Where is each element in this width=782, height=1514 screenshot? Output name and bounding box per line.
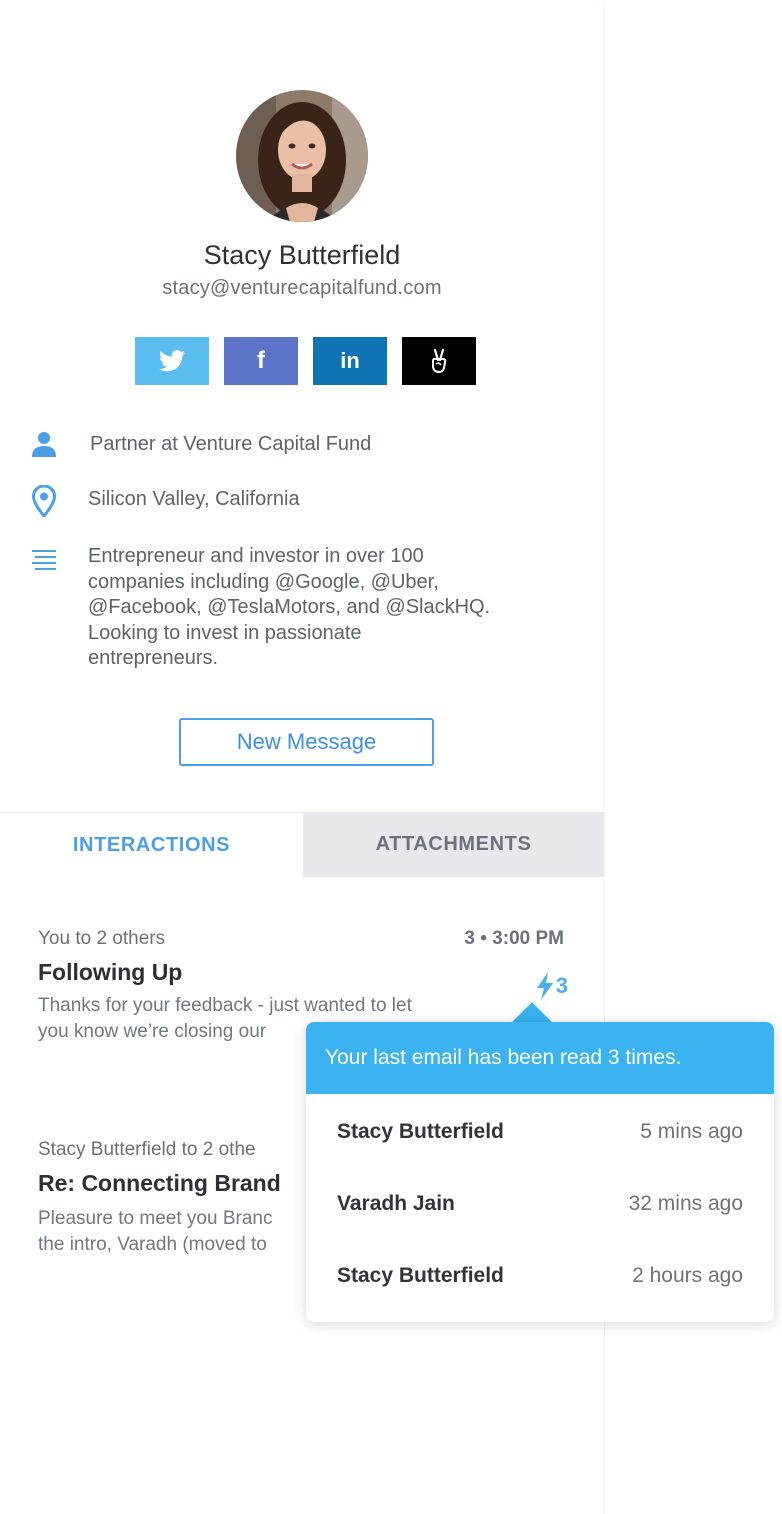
avatar	[236, 90, 368, 222]
job-title: Partner at Venture Capital Fund	[90, 433, 372, 455]
lightning-bolt-icon	[536, 972, 553, 1000]
read-time: 32 mins ago	[628, 1192, 743, 1215]
twitter-bird-icon	[159, 350, 185, 372]
linkedin-button[interactable]: in	[313, 337, 387, 385]
new-message-button[interactable]: New Message	[179, 718, 434, 766]
read-receipts-popover: Your last email has been read 3 times. S…	[306, 1022, 774, 1322]
read-receipt-row: Stacy Butterfield 5 mins ago	[306, 1120, 774, 1160]
reader-name: Stacy Butterfield	[337, 1264, 504, 1287]
facebook-button[interactable]: f	[224, 337, 298, 385]
contact-email[interactable]: stacy@venturecapitalfund.com	[0, 277, 604, 300]
popover-header: Your last email has been read 3 times.	[306, 1022, 774, 1094]
thread-subject: Re: Connecting Brand	[38, 1170, 281, 1196]
bio-line: Looking to invest in passionate	[88, 621, 362, 644]
snippet-line: Thanks for your feedback - just wanted t…	[38, 995, 412, 1016]
reader-name: Stacy Butterfield	[337, 1120, 504, 1143]
bio-line: companies including @Google, @Uber,	[88, 570, 439, 593]
person-icon	[32, 432, 56, 457]
angellist-button[interactable]	[402, 337, 476, 385]
tab-bar: INTERACTIONS ATTACHMENTS	[0, 812, 604, 877]
bio-line: entrepreneurs.	[88, 647, 219, 669]
bio-line: @Facebook, @TeslaMotors, and @SlackHQ.	[88, 596, 491, 618]
facebook-f-icon: f	[257, 347, 265, 374]
thread-count-time: 3 • 3:00 PM	[464, 928, 564, 949]
tab-interactions[interactable]: INTERACTIONS	[0, 812, 303, 877]
linkedin-in-icon: in	[340, 348, 360, 373]
bio-text: Entrepreneur and investor in over 100 co…	[88, 544, 490, 672]
read-time: 5 mins ago	[640, 1120, 743, 1143]
thread-subject: Following Up	[38, 959, 183, 985]
reader-name: Varadh Jain	[337, 1192, 455, 1215]
read-receipt-row: Varadh Jain 32 mins ago	[306, 1192, 774, 1232]
location-text: Silicon Valley, California	[88, 488, 300, 510]
read-receipt-row: Stacy Butterfield 2 hours ago	[306, 1264, 774, 1304]
bio-line: Entrepreneur and investor in over 100	[88, 545, 424, 567]
twitter-button[interactable]	[135, 337, 209, 385]
bio-lines-icon	[32, 550, 56, 570]
read-count-indicator[interactable]: 3	[536, 972, 568, 1000]
tab-attachments[interactable]: ATTACHMENTS	[303, 812, 604, 877]
read-count: 3	[555, 973, 568, 998]
location-pin-icon	[32, 485, 56, 517]
read-time: 2 hours ago	[632, 1264, 743, 1287]
contact-name: Stacy Butterfield	[203, 240, 401, 270]
angellist-hand-icon	[432, 348, 447, 374]
